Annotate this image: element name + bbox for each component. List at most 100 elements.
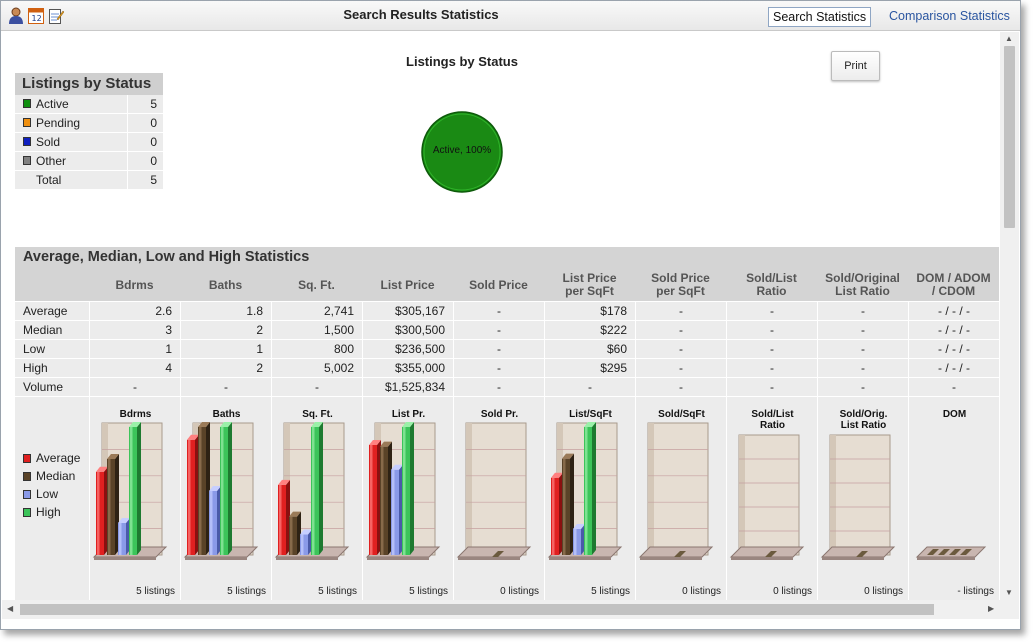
legend-swatch: [23, 508, 31, 517]
scroll-up-icon[interactable]: ▲: [1005, 34, 1013, 44]
chart-wall: [465, 422, 527, 556]
vertical-scrollbar[interactable]: ▲ ▼: [1000, 32, 1019, 602]
bar-highlight: [188, 439, 191, 555]
stats-cell: -: [726, 359, 817, 377]
bar-median: [107, 454, 119, 555]
bar-side: [592, 422, 596, 555]
scroll-right-icon[interactable]: ▶: [988, 604, 994, 614]
status-label: Pending: [36, 116, 81, 130]
stats-cell: -: [453, 340, 544, 358]
legend-item: Median: [23, 469, 80, 487]
bar-median: [289, 511, 301, 555]
stats-cell: -: [726, 378, 817, 396]
status-label: Sold: [36, 135, 61, 149]
stats-cell: $178: [544, 302, 635, 320]
stats-cell: - / - / -: [908, 359, 999, 377]
mini-chart-listings: 5 listings: [591, 586, 630, 597]
stats-cell: $300,500: [362, 321, 453, 339]
stats-table-header: Bdrms Baths Sq. Ft. List Price Sold Price Lis…: [15, 269, 999, 301]
chart-floor-edge: [917, 557, 975, 560]
stats-cell: 800: [271, 340, 362, 358]
mini-chart-plot: [638, 422, 714, 560]
bar-highlight: [370, 444, 373, 555]
bar-median: [562, 453, 574, 555]
status-color-swatch: [23, 118, 31, 127]
stats-row: Low 1 1 800 $236,500- $60- - - - / - / -: [15, 339, 999, 358]
stats-cell: - / - / -: [908, 302, 999, 320]
mini-chart-listings: 5 listings: [136, 586, 175, 597]
bar-average: [96, 466, 108, 555]
print-button[interactable]: Print: [831, 51, 880, 81]
chart-floor-edge: [458, 557, 520, 560]
stats-cell: -: [453, 359, 544, 377]
bar-high: [220, 422, 232, 555]
legend-swatch: [23, 490, 31, 499]
chart-floor-edge: [367, 557, 429, 560]
bar-highlight: [279, 484, 282, 555]
mini-chart-listings: 0 listings: [500, 586, 539, 597]
stats-row-label: Volume: [23, 380, 64, 394]
stats-cell: -: [726, 321, 817, 339]
window-title: Search Results Statistics: [343, 7, 499, 22]
status-row: Pending 0: [15, 114, 163, 133]
bar-average: [278, 479, 290, 555]
notepad-icon[interactable]: [48, 7, 65, 24]
bar-side: [410, 422, 414, 555]
tab-search-statistics[interactable]: Search Statistics: [768, 7, 872, 27]
horizontal-scroll-thumb[interactable]: [20, 604, 934, 615]
bar-average: [551, 472, 563, 555]
stats-cell: $222: [544, 321, 635, 339]
bar-median: [198, 422, 210, 555]
stats-cell: 4: [89, 359, 180, 377]
chart-floor-edge: [640, 557, 702, 560]
mini-chart-listings: 0 listings: [773, 586, 812, 597]
calendar-icon[interactable]: 12: [28, 7, 44, 24]
horizontal-scrollbar[interactable]: ◀ ▶: [2, 600, 1000, 619]
stats-section-title: Average, Median, Low and High Statistics: [15, 247, 999, 269]
mini-chart-plot: [456, 422, 532, 560]
bar-highlight: [381, 446, 384, 555]
bar-low: [573, 523, 585, 555]
bar-highlight: [199, 427, 202, 555]
bar-highlight: [210, 491, 213, 555]
tab-comparison-statistics[interactable]: Comparison Statistics: [885, 7, 1014, 27]
mini-chart: Sold/SqFt 0 listings: [635, 397, 726, 600]
legend-item: Average: [23, 451, 80, 469]
stats-cell: -: [726, 302, 817, 320]
bar-highlight: [403, 427, 406, 555]
legend-item: High: [23, 505, 80, 523]
legend-item: Low: [23, 487, 80, 505]
bar-highlight: [97, 471, 100, 555]
stats-cell: -: [453, 302, 544, 320]
bar-highlight: [392, 469, 395, 555]
stats-cell: -: [453, 321, 544, 339]
stats-cell: -: [726, 340, 817, 358]
user-icon[interactable]: [8, 7, 24, 24]
vertical-scroll-thumb[interactable]: [1004, 46, 1015, 228]
mini-chart: DOM - listings: [908, 397, 999, 600]
mini-chart-plot: [547, 422, 623, 560]
chart-floor-edge: [731, 557, 793, 560]
mini-chart-plot: [729, 434, 805, 560]
scroll-corner: [1000, 600, 1019, 619]
stats-cell: $236,500: [362, 340, 453, 358]
stats-cell: $355,000: [362, 359, 453, 377]
bar-highlight: [301, 534, 304, 555]
scroll-down-icon[interactable]: ▼: [1005, 588, 1013, 598]
stats-cell: -: [817, 302, 908, 320]
bar-side: [319, 422, 323, 555]
stats-cell: $1,525,834: [362, 378, 453, 396]
chart-floor: [915, 546, 987, 558]
chart-wall: [829, 434, 891, 556]
status-label: Active: [36, 97, 69, 111]
mini-chart-plot: [820, 434, 896, 560]
stats-row-label: Average: [23, 304, 68, 318]
stats-cell: -: [908, 378, 999, 396]
stats-row: Median 3 2 1,500 $300,500- $222- - - - / - / -: [15, 320, 999, 339]
chart-floor-edge: [822, 557, 884, 560]
stats-cell: -: [817, 359, 908, 377]
stats-row-label: High: [23, 361, 48, 375]
mini-chart: List Pr. 5 listings: [362, 397, 453, 600]
scroll-left-icon[interactable]: ◀: [7, 604, 13, 614]
chart-floor-edge: [549, 557, 611, 560]
